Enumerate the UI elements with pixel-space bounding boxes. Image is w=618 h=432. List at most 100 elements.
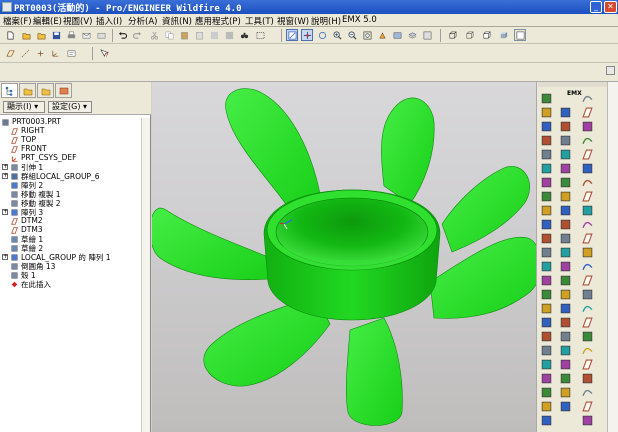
datum-plane-tool-button[interactable] bbox=[581, 106, 595, 120]
thicken-tool-button[interactable] bbox=[540, 302, 554, 316]
blend-tool-button[interactable] bbox=[540, 218, 554, 232]
offset-feature-tool-button[interactable] bbox=[581, 400, 595, 414]
emx-lifter-tool-button[interactable] bbox=[559, 218, 573, 232]
revolve-tool-button[interactable] bbox=[540, 190, 554, 204]
tab-connections[interactable] bbox=[55, 83, 72, 98]
annotation-display-button[interactable] bbox=[65, 47, 77, 59]
emx-guide-tool-button[interactable] bbox=[559, 120, 573, 134]
emx-insert-tool-button[interactable] bbox=[559, 316, 573, 330]
menu-help[interactable]: 說明(H) bbox=[311, 15, 341, 27]
copy-tool-button[interactable] bbox=[540, 386, 554, 400]
copy-button[interactable] bbox=[163, 29, 175, 41]
round-tool-button[interactable] bbox=[540, 148, 554, 162]
emx-ejector-tool-button[interactable] bbox=[559, 176, 573, 190]
emx-drawing-tool-button[interactable] bbox=[559, 358, 573, 372]
analysis-feature-tool-button[interactable] bbox=[581, 176, 595, 190]
no-hidden-button[interactable] bbox=[480, 29, 492, 41]
cut-button[interactable] bbox=[148, 29, 160, 41]
menu-edit[interactable]: 編輯(E) bbox=[33, 15, 62, 27]
draft-feature-tool-button[interactable] bbox=[581, 302, 595, 316]
repaint-button[interactable] bbox=[286, 29, 298, 41]
paste-button[interactable] bbox=[178, 29, 190, 41]
model-tree-toggle-button[interactable] bbox=[514, 29, 526, 41]
tree-expand-toggle[interactable]: + bbox=[2, 254, 8, 260]
tab-model-tree[interactable] bbox=[1, 83, 18, 98]
menu-tools[interactable]: 工具(T) bbox=[245, 15, 274, 27]
graphics-window[interactable] bbox=[152, 82, 536, 432]
save-button[interactable] bbox=[50, 29, 62, 41]
menu-applications[interactable]: 應用程式(P) bbox=[195, 15, 241, 27]
emx-cooling-tool-button[interactable] bbox=[559, 190, 573, 204]
variable-sweep-tool-button[interactable] bbox=[581, 218, 595, 232]
menu-window[interactable]: 視窗(W) bbox=[277, 15, 309, 27]
context-help-button[interactable]: ? bbox=[98, 47, 110, 59]
regenerate-button[interactable] bbox=[208, 29, 220, 41]
round-feature-tool-button[interactable] bbox=[581, 316, 595, 330]
shading-button[interactable] bbox=[497, 29, 509, 41]
reorient-button[interactable] bbox=[376, 29, 388, 41]
emx-slide-tool-button[interactable] bbox=[559, 204, 573, 218]
view-manager-button[interactable] bbox=[421, 29, 433, 41]
datum-curve-tool-button[interactable] bbox=[581, 134, 595, 148]
layer-tool-button[interactable] bbox=[540, 414, 554, 428]
zoom-out-button[interactable] bbox=[346, 29, 358, 41]
feature-toolbar-scrollbar[interactable] bbox=[607, 82, 618, 432]
udf-tool-button[interactable] bbox=[540, 358, 554, 372]
menu-file[interactable]: 檔案(F) bbox=[3, 15, 32, 27]
paste-tool-button[interactable] bbox=[540, 400, 554, 414]
model-canvas[interactable] bbox=[152, 82, 536, 432]
model-tree-scrollbar[interactable] bbox=[141, 118, 150, 432]
hole-feature-tool-button[interactable] bbox=[581, 260, 595, 274]
emx-block-tool-button[interactable] bbox=[559, 330, 573, 344]
find-button[interactable] bbox=[238, 29, 250, 41]
draft-tool-button[interactable] bbox=[540, 134, 554, 148]
merge-tool-button[interactable] bbox=[540, 260, 554, 274]
undo-button[interactable] bbox=[116, 29, 128, 41]
tab-favorites[interactable] bbox=[37, 83, 54, 98]
saved-views-button[interactable] bbox=[391, 29, 403, 41]
mirror-tool-button[interactable] bbox=[540, 246, 554, 260]
shell-tool-button[interactable] bbox=[540, 106, 554, 120]
rib-feature-tool-button[interactable] bbox=[581, 288, 595, 302]
email-link-button[interactable] bbox=[95, 29, 107, 41]
zoom-in-button[interactable] bbox=[331, 29, 343, 41]
extrude-feature-tool-button[interactable] bbox=[581, 190, 595, 204]
solidify-tool-button[interactable] bbox=[540, 316, 554, 330]
settings-dropdown[interactable]: 設定(G) ▾ bbox=[48, 101, 92, 113]
datum-point-display-button[interactable] bbox=[34, 47, 46, 59]
show-dropdown[interactable]: 顯示(I) ▾ bbox=[3, 101, 45, 113]
feature-tool-button[interactable] bbox=[540, 372, 554, 386]
emx-component-tool-button[interactable] bbox=[559, 344, 573, 358]
csys-display-button[interactable] bbox=[49, 47, 61, 59]
shell-feature-tool-button[interactable] bbox=[581, 274, 595, 288]
emx-lock-tool-button[interactable] bbox=[559, 260, 573, 274]
merge-feature-tool-button[interactable] bbox=[581, 372, 595, 386]
chamfer-tool-button[interactable] bbox=[540, 162, 554, 176]
offset-tool-button[interactable] bbox=[540, 288, 554, 302]
paste-special-button[interactable] bbox=[193, 29, 205, 41]
mirror-feature-tool-button[interactable] bbox=[581, 358, 595, 372]
chamfer-feature-tool-button[interactable] bbox=[581, 330, 595, 344]
menu-emx[interactable]: EMX 5.0 bbox=[342, 15, 377, 25]
new-file-button[interactable] bbox=[4, 29, 16, 41]
emx-gate-tool-button[interactable] bbox=[559, 302, 573, 316]
redo-button[interactable] bbox=[131, 29, 143, 41]
emx-screw-tool-button[interactable] bbox=[559, 148, 573, 162]
datum-point-tool-button[interactable] bbox=[581, 148, 595, 162]
layers-button[interactable] bbox=[406, 29, 418, 41]
select-box-button[interactable] bbox=[254, 29, 266, 41]
boundary-blend-tool-button[interactable] bbox=[581, 232, 595, 246]
tree-expand-toggle[interactable]: + bbox=[2, 209, 8, 215]
rib-tool-button[interactable] bbox=[540, 120, 554, 134]
hole-tool-button[interactable] bbox=[540, 92, 554, 106]
emx-pin-tool-button[interactable] bbox=[559, 162, 573, 176]
menu-analysis[interactable]: 分析(A) bbox=[128, 15, 157, 27]
pattern-tool-button[interactable] bbox=[540, 232, 554, 246]
datum-axis-display-button[interactable] bbox=[19, 47, 31, 59]
regenerate-manager-button[interactable] bbox=[223, 29, 235, 41]
measure-tool-button[interactable] bbox=[540, 344, 554, 358]
trim-tool-button[interactable] bbox=[540, 274, 554, 288]
menu-info[interactable]: 資訊(N) bbox=[162, 15, 192, 27]
emx-support-tool-button[interactable] bbox=[559, 232, 573, 246]
tree-item-18[interactable]: 在此插入 bbox=[0, 280, 150, 289]
